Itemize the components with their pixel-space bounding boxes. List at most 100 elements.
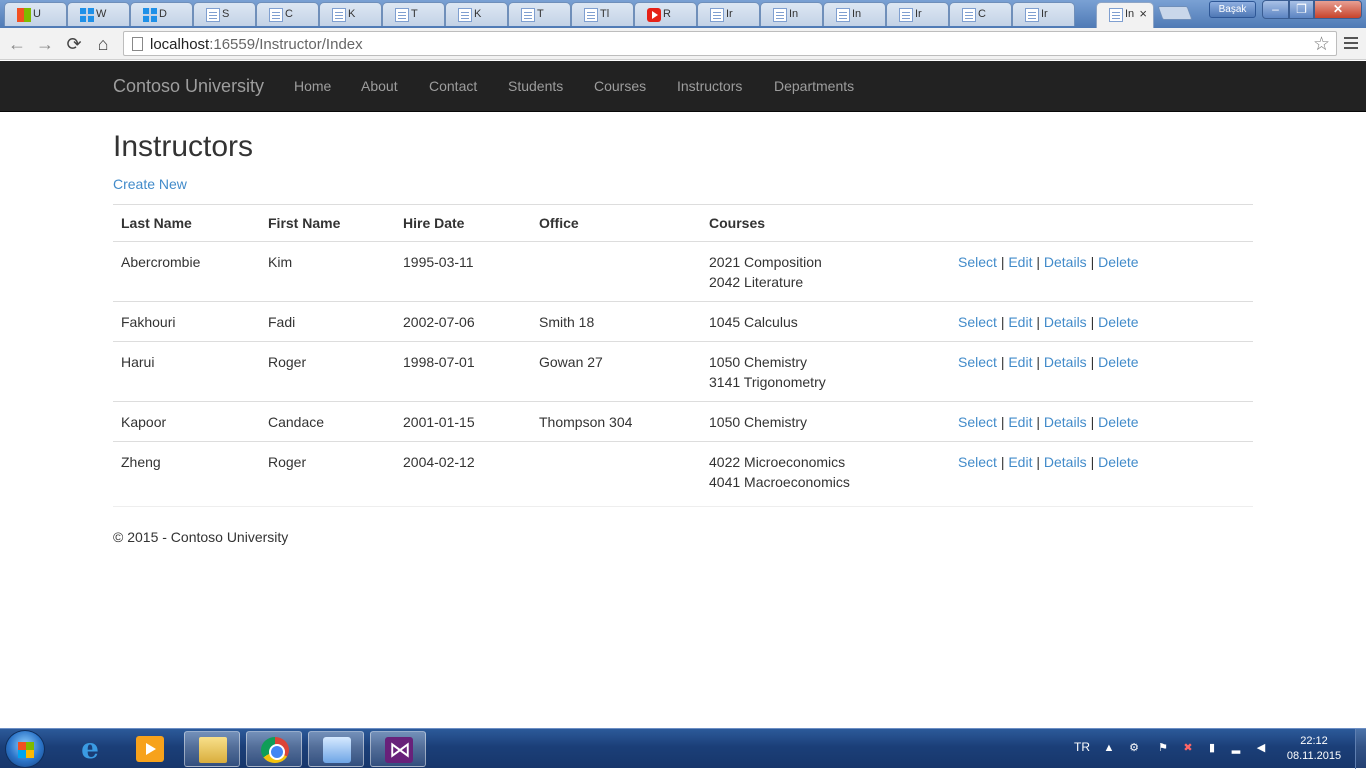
volume-icon[interactable]: ◀ [1254,742,1268,755]
course-item: 3141 Trigonometry [709,374,826,390]
action-separator: | [1000,354,1005,370]
bookmark-star-icon[interactable]: ☆ [1313,33,1330,56]
cell-office [531,441,701,501]
taskbar-ie[interactable]: e [62,731,118,767]
doc-favicon-icon [521,8,535,22]
active-tab[interactable]: In × [1096,2,1154,28]
cell-actions: Select | Edit | Details | Delete [950,301,1253,342]
details-link[interactable]: Details [1044,354,1087,370]
nav-home[interactable]: Home [294,78,331,94]
network-share-icon[interactable]: ⚙ [1127,742,1141,755]
nav-courses[interactable]: Courses [594,78,646,94]
nav-contact[interactable]: Contact [429,78,477,94]
browser-tab[interactable]: Tl [571,2,634,26]
edit-link[interactable]: Edit [1008,454,1032,470]
url-text[interactable]: localhost:16559/Instructor/Index [150,36,363,53]
browser-tab[interactable]: S [193,2,256,26]
action-separator: | [1000,454,1005,470]
browser-tab[interactable]: Ir [1012,2,1075,26]
profile-button[interactable]: Başak [1209,1,1256,18]
minimize-button[interactable]: – [1262,0,1289,19]
doc-favicon-icon [773,8,787,22]
browser-tab[interactable]: T [382,2,445,26]
browser-tab[interactable]: C [949,2,1012,26]
cell-hire-date: 1995-03-11 [403,254,474,270]
browser-tab[interactable]: K [445,2,508,26]
table-header-row: Last Name First Name Hire Date Office Co… [113,204,1253,242]
taskbar-media-player[interactable] [122,731,178,767]
edit-link[interactable]: Edit [1008,354,1032,370]
header-hire-date: Hire Date [395,204,531,242]
language-indicator[interactable]: TR [1074,740,1090,754]
browser-tab[interactable]: K [319,2,382,26]
forward-button[interactable]: → [34,33,56,55]
details-link[interactable]: Details [1044,454,1087,470]
footer-divider [113,506,1253,507]
browser-tab[interactable]: W [67,2,130,26]
cell-courses: 1045 Calculus [701,301,950,342]
table-body: Abercrombie Kim 1995-03-11 2021 Composition… [113,242,1253,501]
select-link[interactable]: Select [958,314,997,330]
course-item: 4022 Microeconomics [709,454,846,470]
taskbar-chrome[interactable] [246,731,302,767]
show-hidden-icons-icon[interactable]: ▲ [1102,742,1116,755]
delete-link[interactable]: Delete [1098,414,1138,430]
select-link[interactable]: Select [958,454,997,470]
nav-departments[interactable]: Departments [774,78,854,94]
nav-students[interactable]: Students [508,78,563,94]
browser-tab[interactable]: R [634,2,697,26]
delete-link[interactable]: Delete [1098,454,1138,470]
home-button[interactable]: ⌂ [92,33,114,55]
delete-link[interactable]: Delete [1098,254,1138,270]
delete-link[interactable]: Delete [1098,314,1138,330]
taskbar-fiddler[interactable] [308,731,364,767]
site-brand[interactable]: Contoso University [113,76,264,97]
browser-tab[interactable]: T [508,2,571,26]
ms-favicon-icon [17,8,31,22]
edit-link[interactable]: Edit [1008,314,1032,330]
browser-tab[interactable]: In [760,2,823,26]
doc-favicon-icon [269,8,283,22]
new-tab-button[interactable] [1157,6,1193,20]
start-button[interactable] [5,730,45,768]
edit-link[interactable]: Edit [1008,414,1032,430]
page-icon [132,37,143,51]
close-tab-icon[interactable]: × [1139,6,1147,21]
create-new-link[interactable]: Create New [113,176,187,192]
show-desktop-button[interactable] [1355,729,1366,769]
table-row: Abercrombie Kim 1995-03-11 2021 Composition… [113,242,1253,302]
details-link[interactable]: Details [1044,414,1087,430]
clock-date: 08.11.2015 [1286,750,1342,762]
select-link[interactable]: Select [958,354,997,370]
delete-link[interactable]: Delete [1098,354,1138,370]
security-alert-icon[interactable]: ✖ [1181,742,1195,755]
system-clock[interactable]: 22:12 08.11.2015 [1284,734,1344,764]
taskbar-explorer[interactable] [184,731,240,767]
browser-tab[interactable]: D [130,2,193,26]
close-window-button[interactable]: ✕ [1314,0,1362,19]
back-button[interactable]: ← [6,33,28,55]
browser-tab[interactable]: Ir [886,2,949,26]
url-host: localhost [150,36,210,53]
details-link[interactable]: Details [1044,254,1087,270]
table-row: Zheng Roger 2004-02-12 4022 Microeconomics 4… [113,441,1253,501]
reload-button[interactable]: ⟳ [63,33,85,55]
nav-about[interactable]: About [361,78,398,94]
cell-actions: Select | Edit | Details | Delete [950,401,1253,442]
nav-instructors[interactable]: Instructors [677,78,742,94]
select-link[interactable]: Select [958,254,997,270]
details-link[interactable]: Details [1044,314,1087,330]
browser-tab[interactable]: C [256,2,319,26]
maximize-button[interactable]: ❐ [1289,0,1314,19]
browser-tab[interactable]: In [823,2,886,26]
edit-link[interactable]: Edit [1008,254,1032,270]
chrome-menu-icon[interactable] [1344,37,1358,49]
action-center-flag-icon[interactable]: ⚑ [1156,742,1170,755]
taskbar-visual-studio[interactable] [370,731,426,767]
battery-icon[interactable]: ▮ [1205,742,1219,755]
select-link[interactable]: Select [958,414,997,430]
address-bar[interactable]: localhost:16559/Instructor/Index ☆ [123,31,1337,56]
browser-tab[interactable]: Ir [697,2,760,26]
browser-tab[interactable]: U [4,2,67,26]
signal-icon[interactable]: ▂ [1229,742,1243,755]
